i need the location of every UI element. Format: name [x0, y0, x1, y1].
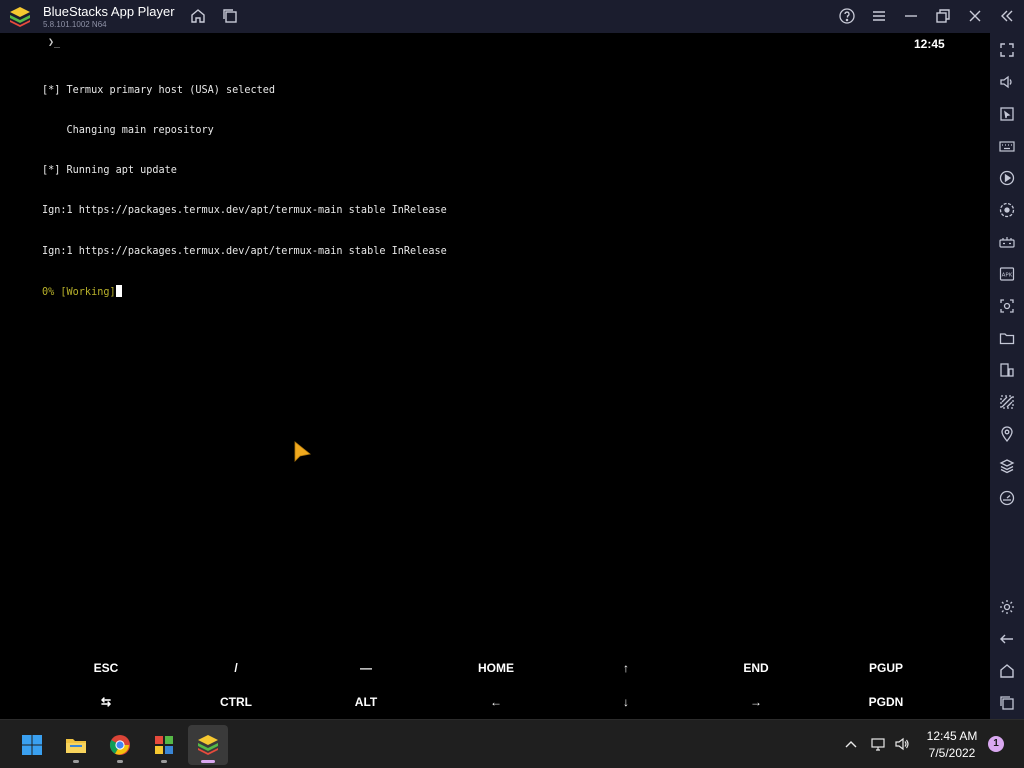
- key-right[interactable]: →: [691, 687, 821, 717]
- multi-instance-sync-icon[interactable]: [998, 361, 1016, 379]
- key-dash[interactable]: —: [301, 653, 431, 683]
- file-explorer-icon: [66, 739, 86, 753]
- start-button[interactable]: [12, 725, 52, 765]
- key-tab[interactable]: ⇆: [41, 687, 171, 717]
- active-indicator: [201, 760, 215, 763]
- gamepad-icon[interactable]: [998, 233, 1016, 251]
- windows-logo-icon: [22, 735, 42, 755]
- terminal-line: [*] Termux primary host (USA) selected: [42, 84, 276, 96]
- fullscreen-icon[interactable]: [998, 41, 1016, 59]
- terminal-progress-line: 0% [Working]: [42, 284, 447, 298]
- title-bar: BlueStacks App Player 5.8.101.1002 N64: [0, 0, 1024, 33]
- key-down[interactable]: ↓: [561, 687, 691, 717]
- key-up[interactable]: ↑: [561, 653, 691, 683]
- taskbar-date[interactable]: 7/5/2022: [920, 746, 984, 760]
- termux-status-icon: ❯_: [48, 37, 61, 48]
- running-indicator: [117, 760, 123, 763]
- key-end[interactable]: END: [691, 653, 821, 683]
- layers-icon[interactable]: [998, 457, 1016, 475]
- svg-text:APK: APK: [1002, 273, 1013, 279]
- back-icon[interactable]: [998, 630, 1016, 648]
- key-left[interactable]: ←: [431, 687, 561, 717]
- key-ctrl[interactable]: CTRL: [171, 687, 301, 717]
- apk-install-icon[interactable]: APK: [998, 265, 1016, 283]
- windows-taskbar: 12:45 AM 7/5/2022: [0, 719, 1024, 768]
- tray-overflow-chevron-icon[interactable]: [843, 736, 859, 752]
- key-home[interactable]: HOME: [431, 653, 561, 683]
- key-esc[interactable]: ESC: [41, 653, 171, 683]
- close-icon[interactable]: [966, 7, 984, 25]
- home-icon[interactable]: [189, 7, 207, 25]
- status-clock: 12:45: [914, 37, 945, 51]
- recent-apps-icon[interactable]: [998, 694, 1016, 712]
- performance-icon[interactable]: [998, 489, 1016, 507]
- android-display[interactable]: ❯_ 12:45 [*] Termux primary host (USA) s…: [0, 33, 990, 719]
- taskbar-bluestacks[interactable]: [188, 725, 228, 765]
- record-icon[interactable]: [998, 201, 1016, 219]
- terminal-line: Changing main repository: [42, 125, 214, 137]
- running-indicator: [73, 760, 79, 763]
- terminal-line: Ign:1 https://packages.termux.dev/apt/te…: [42, 245, 447, 257]
- multi-instance-icon[interactable]: [221, 7, 239, 25]
- screenshot-icon[interactable]: [998, 297, 1016, 315]
- taskbar-file-explorer[interactable]: [56, 725, 96, 765]
- termux-extra-keys: ESC / — HOME ↑ END PGUP ⇆ CTRL ALT ← ↓ →…: [41, 653, 951, 719]
- android-home-icon[interactable]: [998, 662, 1016, 680]
- terminal-output[interactable]: [*] Termux primary host (USA) selected C…: [42, 57, 447, 325]
- volume-icon[interactable]: [998, 73, 1016, 91]
- macro-play-icon[interactable]: [998, 169, 1016, 187]
- running-indicator: [161, 760, 167, 763]
- taskbar-chrome[interactable]: [100, 725, 140, 765]
- taskbar-time[interactable]: 12:45 AM: [920, 729, 984, 743]
- taskbar-multi-instance-manager[interactable]: [144, 725, 184, 765]
- restore-icon[interactable]: [934, 7, 952, 25]
- keyboard-icon[interactable]: [998, 137, 1016, 155]
- key-pgdn[interactable]: PGDN: [821, 687, 951, 717]
- key-alt[interactable]: ALT: [301, 687, 431, 717]
- notification-badge[interactable]: 1: [988, 736, 1004, 752]
- menu-icon[interactable]: [870, 7, 888, 25]
- app-version: 5.8.101.1002 N64: [43, 20, 107, 29]
- bluestacks-sidebar: APK: [990, 33, 1024, 719]
- terminal-cursor: [115, 284, 122, 297]
- network-icon[interactable]: [870, 736, 886, 752]
- terminal-line: [*] Running apt update: [42, 165, 177, 177]
- terminal-line: Ign:1 https://packages.termux.dev/apt/te…: [42, 205, 447, 217]
- key-pgup[interactable]: PGUP: [821, 653, 951, 683]
- mouse-pointer-icon: [294, 441, 311, 462]
- eco-mode-icon[interactable]: [998, 393, 1016, 411]
- speaker-icon[interactable]: [894, 736, 910, 752]
- location-icon[interactable]: [998, 425, 1016, 443]
- minimize-icon[interactable]: [902, 7, 920, 25]
- collapse-sidebar-icon[interactable]: [998, 7, 1016, 25]
- folder-icon[interactable]: [998, 329, 1016, 347]
- bluestacks-logo-icon: [10, 7, 30, 27]
- settings-icon[interactable]: [998, 598, 1016, 616]
- multi-instance-manager-icon: [155, 736, 173, 754]
- help-icon[interactable]: [838, 7, 856, 25]
- window-title: BlueStacks App Player: [43, 4, 175, 19]
- key-slash[interactable]: /: [171, 653, 301, 683]
- screen-control-icon[interactable]: [998, 105, 1016, 123]
- apt-progress: 0% [Working]: [42, 286, 116, 298]
- chrome-icon: [109, 735, 130, 755]
- bluestacks-taskbar-icon: [198, 735, 218, 755]
